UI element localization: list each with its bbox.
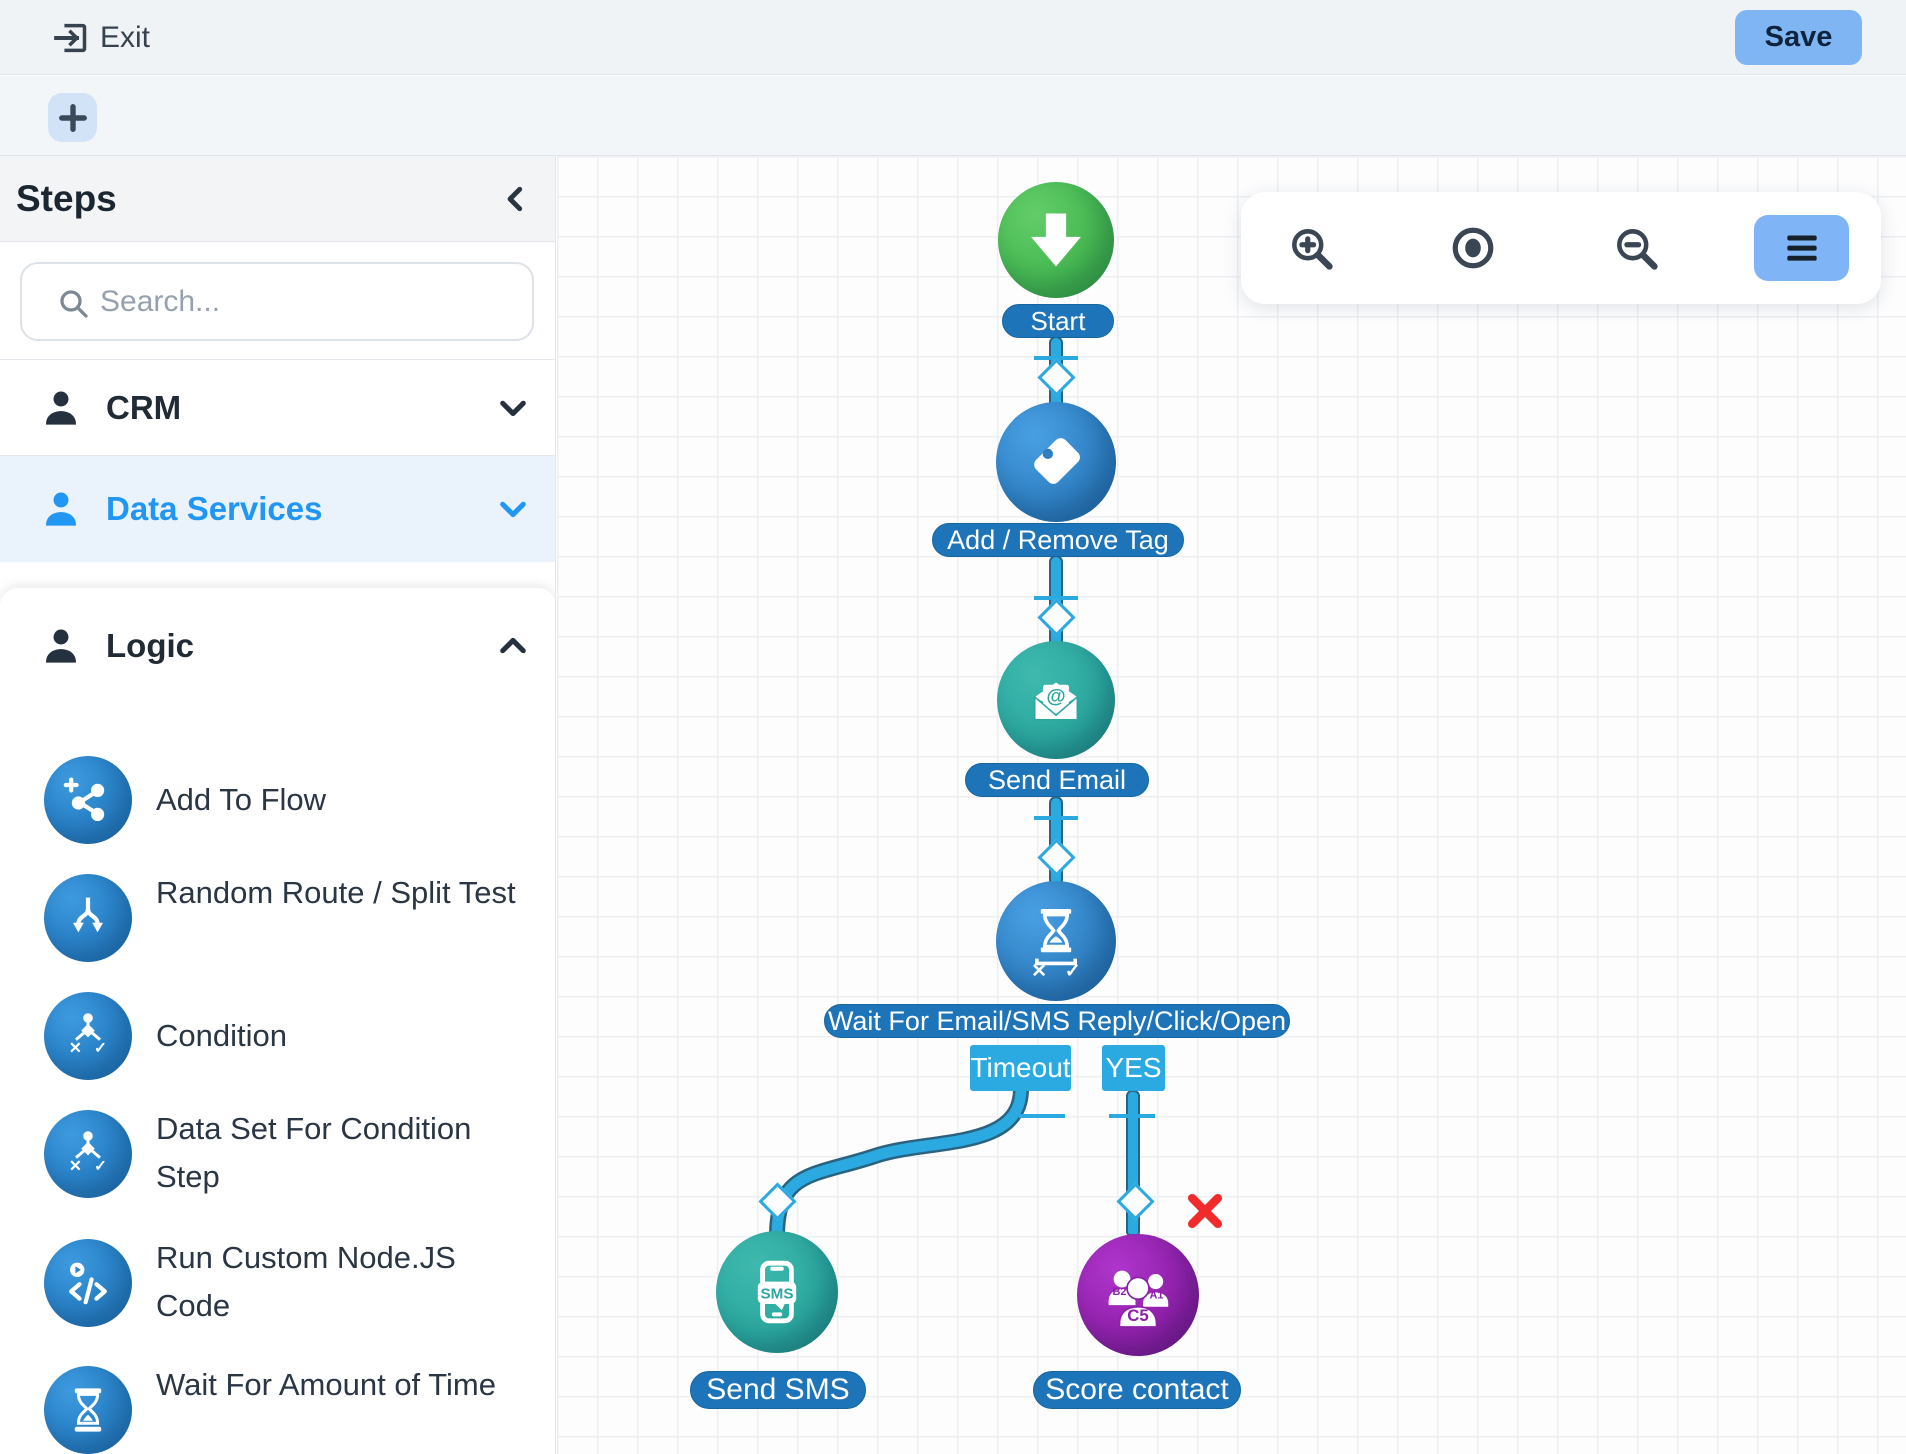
connector-timeout-sms [557, 156, 1257, 1276]
node-send-email[interactable]: @ [997, 641, 1115, 759]
step-item-label: Random Route / Split Test [156, 869, 536, 917]
connector-tick [1109, 1114, 1155, 1118]
exit-label: Exit [100, 21, 150, 55]
node-label-start[interactable]: Start [1002, 304, 1114, 338]
hourglass-icon [44, 1366, 132, 1454]
exit-icon [52, 18, 92, 58]
search-icon [56, 286, 92, 322]
node-label-email[interactable]: Send Email [965, 763, 1149, 797]
top-bar: Exit Save [0, 0, 1906, 75]
chevron-down-icon [494, 389, 532, 427]
sms-icon-text: SMS [761, 1285, 794, 1302]
add-to-flow-icon [44, 756, 132, 844]
steps-sidebar: Steps CRM [0, 156, 556, 1454]
sidebar-header: Steps [0, 156, 556, 242]
svg-text:✓: ✓ [94, 1158, 107, 1175]
save-button[interactable]: Save [1735, 10, 1862, 65]
section-label: Logic [106, 627, 494, 665]
chevron-left-icon[interactable] [498, 181, 534, 217]
tag-icon [1019, 425, 1093, 499]
node-wait-reply[interactable]: ✕ ✓ [996, 881, 1116, 1001]
zoom-out-button[interactable] [1606, 218, 1666, 278]
step-item-label: Condition [156, 1012, 536, 1060]
hourglass-check-icon: ✕ ✓ [1016, 901, 1096, 981]
flow-builder-app: Exit Save Steps [0, 0, 1906, 1454]
sidebar-section-data-services[interactable]: Data Services [0, 456, 556, 562]
canvas-menu-button[interactable] [1754, 215, 1849, 281]
step-item-label: Data Set For Condition Step [156, 1105, 536, 1201]
delete-marker-icon[interactable] [1183, 1189, 1227, 1233]
step-item-label: Wait For Amount of Time [156, 1361, 536, 1409]
node-add-remove-tag[interactable] [996, 402, 1116, 522]
section-label: Data Services [106, 490, 494, 528]
sidebar-title: Steps [16, 178, 117, 220]
svg-text:✓: ✓ [1065, 961, 1081, 981]
chevron-up-icon [494, 627, 532, 665]
step-item-data-set-condition[interactable]: ✕ ✓ Data Set For Condition Step [0, 1110, 556, 1198]
condition-icon: ✕ ✓ [44, 992, 132, 1080]
hamburger-icon [1780, 226, 1824, 270]
node-label-tag[interactable]: Add / Remove Tag [932, 523, 1184, 557]
svg-text:✓: ✓ [94, 1040, 107, 1057]
step-item-nodejs-code[interactable]: Run Custom Node.JS Code [0, 1239, 556, 1327]
svg-text:✕: ✕ [69, 1158, 82, 1175]
svg-text:✕: ✕ [1031, 961, 1047, 981]
flow-canvas[interactable]: Start Add / Remove Tag @ Send E [557, 156, 1906, 1454]
section-label: CRM [106, 389, 494, 427]
connector-tick [1034, 816, 1078, 820]
node-label-sms[interactable]: Send SMS [690, 1371, 866, 1409]
search-section [0, 242, 556, 360]
person-icon [38, 623, 84, 669]
connector-tick [1019, 1114, 1065, 1118]
svg-text:@: @ [1046, 685, 1065, 707]
fit-view-button[interactable] [1443, 218, 1503, 278]
node-label-score[interactable]: Score contact [1033, 1371, 1241, 1409]
exit-button[interactable]: Exit [52, 14, 150, 62]
sms-phone-icon: SMS [737, 1252, 817, 1332]
person-icon [38, 385, 84, 431]
search-box [20, 262, 534, 341]
sidebar-section-crm[interactable]: CRM [0, 360, 556, 456]
svg-text:✕: ✕ [69, 1040, 82, 1057]
branch-label-yes[interactable]: YES [1102, 1045, 1165, 1091]
arrow-down-icon [1017, 201, 1095, 279]
data-set-condition-icon: ✕ ✓ [44, 1110, 132, 1198]
step-item-label: Add To Flow [156, 776, 536, 824]
step-item-label: Run Custom Node.JS Code [156, 1234, 536, 1330]
email-at-icon: @ [1018, 662, 1094, 738]
search-input[interactable] [100, 264, 520, 339]
plus-icon [55, 100, 91, 136]
chevron-down-icon [494, 490, 532, 528]
canvas-zoom-toolbar [1241, 192, 1881, 304]
person-icon [38, 486, 84, 532]
nodejs-code-icon [44, 1239, 132, 1327]
people-score-icon: B2 A1 C5 [1096, 1253, 1180, 1337]
score-badge-front: C5 [1127, 1306, 1148, 1325]
step-item-wait-amount-time[interactable]: Wait For Amount of Time [0, 1366, 556, 1454]
random-route-icon [44, 874, 132, 962]
step-item-condition[interactable]: ✕ ✓ Condition [0, 992, 556, 1080]
sidebar-section-logic[interactable]: Logic [0, 598, 556, 694]
node-start[interactable] [998, 182, 1114, 298]
branch-label-timeout[interactable]: Timeout [970, 1045, 1071, 1091]
add-step-button[interactable] [48, 93, 97, 142]
zoom-in-button[interactable] [1281, 218, 1341, 278]
step-item-random-route[interactable]: Random Route / Split Test [0, 874, 556, 962]
node-send-sms[interactable]: SMS [716, 1231, 838, 1353]
node-label-wait[interactable]: Wait For Email/SMS Reply/Click/Open [824, 1004, 1290, 1038]
steps-toolbar [0, 76, 1906, 156]
node-score-contact[interactable]: B2 A1 C5 [1077, 1234, 1199, 1356]
score-badge-left: B2 [1113, 1286, 1127, 1298]
score-badge-right: A1 [1150, 1289, 1164, 1301]
step-item-add-to-flow[interactable]: Add To Flow [0, 756, 556, 844]
